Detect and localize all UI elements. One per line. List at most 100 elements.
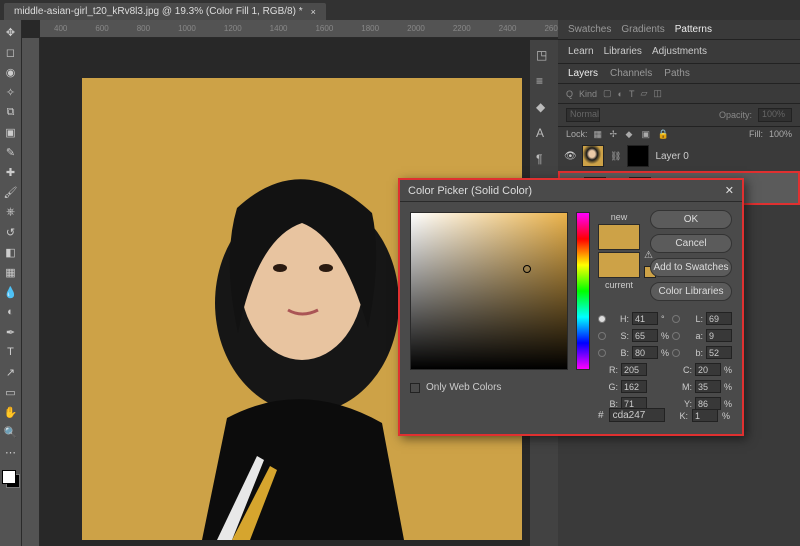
tab-adjustments[interactable]: Adjustments — [652, 46, 707, 57]
history-panel-icon[interactable]: ◳ — [536, 48, 552, 64]
color-libraries-button[interactable]: Color Libraries — [650, 282, 732, 301]
link-icon: ⛓ — [610, 151, 621, 162]
history-brush-icon[interactable]: ↺ — [3, 224, 19, 240]
tab-gradients[interactable]: Gradients — [621, 24, 664, 35]
b-radio[interactable] — [598, 349, 606, 357]
a-input[interactable] — [706, 329, 732, 342]
eyedropper-tool-icon[interactable]: ✎ — [3, 144, 19, 160]
hex-input[interactable] — [609, 408, 665, 422]
stamp-tool-icon[interactable]: ⎈ — [3, 204, 19, 220]
close-tab-icon[interactable]: × — [311, 7, 316, 17]
bb-radio[interactable] — [672, 349, 680, 357]
opacity-label: Opacity: — [719, 110, 752, 120]
blend-mode-select[interactable]: Normal — [566, 108, 600, 122]
color-field[interactable] — [410, 212, 568, 370]
color-picker-dialog: Color Picker (Solid Color) ✕ new current… — [398, 178, 744, 436]
hue-slider[interactable] — [576, 212, 590, 370]
type-tool-icon[interactable]: T — [3, 344, 19, 360]
bb-input[interactable] — [706, 346, 732, 359]
new-color-swatch — [598, 224, 640, 250]
pen-tool-icon[interactable]: ✒ — [3, 324, 19, 340]
move-tool-icon[interactable]: ✥ — [3, 24, 19, 40]
tab-patterns[interactable]: Patterns — [675, 24, 712, 35]
tab-channels[interactable]: Channels — [610, 68, 652, 79]
lock-label: Lock: — [566, 129, 588, 139]
heal-tool-icon[interactable]: ✚ — [3, 164, 19, 180]
crop-tool-icon[interactable]: ⧉ — [3, 104, 19, 120]
lock-pix-icon[interactable]: ◆ — [626, 129, 636, 139]
kind-text: Kind — [579, 89, 597, 99]
a-radio[interactable] — [672, 332, 680, 340]
k-input[interactable] — [692, 409, 718, 422]
filter-type-icon[interactable]: T — [629, 89, 635, 99]
current-label: current — [598, 280, 640, 290]
blur-tool-icon[interactable]: 💧 — [3, 284, 19, 300]
r-input[interactable] — [621, 363, 647, 376]
tab-paths[interactable]: Paths — [664, 68, 690, 79]
document-title: middle-asian-girl_t20_kRv8l3.jpg @ 19.3%… — [14, 6, 303, 17]
dodge-tool-icon[interactable]: ◐ — [3, 304, 19, 320]
gradient-tool-icon[interactable]: ▦ — [3, 264, 19, 280]
brush-tool-icon[interactable]: 🖌 — [3, 184, 19, 200]
web-colors-checkbox[interactable] — [410, 383, 420, 393]
wand-tool-icon[interactable]: ✧ — [3, 84, 19, 100]
lock-icon[interactable]: 🔒 — [658, 129, 668, 139]
tab-swatches[interactable]: Swatches — [568, 24, 611, 35]
info-panel-icon[interactable]: A — [536, 126, 552, 142]
lock-all-icon[interactable]: ▦ — [594, 129, 604, 139]
styles-panel-icon[interactable]: ◆ — [536, 100, 552, 116]
layer-mask[interactable] — [627, 145, 649, 167]
new-label: new — [598, 212, 640, 222]
kind-label: Q — [566, 89, 573, 99]
l-input[interactable] — [706, 312, 732, 325]
filter-pixel-icon[interactable]: ▢ — [603, 88, 612, 99]
hand-tool-icon[interactable]: ✋ — [3, 404, 19, 420]
shape-tool-icon[interactable]: ▭ — [3, 384, 19, 400]
zoom-tool-icon[interactable]: 🔍 — [3, 424, 19, 440]
ok-button[interactable]: OK — [650, 210, 732, 229]
marquee-tool-icon[interactable]: ◻ — [3, 44, 19, 60]
fill-input[interactable]: 100% — [769, 129, 792, 139]
color-cursor[interactable] — [523, 265, 531, 273]
layer-thumbnail[interactable] — [582, 145, 604, 167]
opacity-input[interactable]: 100% — [758, 108, 792, 122]
close-icon[interactable]: ✕ — [725, 184, 734, 197]
cancel-button[interactable]: Cancel — [650, 234, 732, 253]
document-tab[interactable]: middle-asian-girl_t20_kRv8l3.jpg @ 19.3%… — [4, 3, 326, 20]
hex-label: # — [598, 410, 604, 421]
filter-smart-icon[interactable]: ◫ — [653, 88, 662, 99]
path-tool-icon[interactable]: ↗ — [3, 364, 19, 380]
h-radio[interactable] — [598, 315, 606, 323]
eraser-tool-icon[interactable]: ◧ — [3, 244, 19, 260]
s-radio[interactable] — [598, 332, 606, 340]
filter-adj-icon[interactable]: ◐ — [618, 89, 623, 99]
web-colors-label: Only Web Colors — [426, 382, 501, 393]
actions-panel-icon[interactable]: ¶ — [536, 152, 552, 168]
l-radio[interactable] — [672, 315, 680, 323]
filter-shape-icon[interactable]: ▱ — [640, 88, 647, 99]
tab-layers[interactable]: Layers — [568, 68, 598, 79]
lock-art-icon[interactable]: ▣ — [642, 129, 652, 139]
fill-label: Fill: — [749, 129, 763, 139]
tab-libraries[interactable]: Libraries — [604, 46, 642, 57]
frame-tool-icon[interactable]: ▣ — [3, 124, 19, 140]
b-input[interactable] — [632, 346, 658, 359]
layer-row-0[interactable]: 👁 ⛓ Layer 0 — [558, 141, 800, 171]
color-swatch[interactable] — [2, 470, 20, 488]
add-swatches-button[interactable]: Add to Swatches — [650, 258, 732, 277]
lock-pos-icon[interactable]: ✢ — [610, 129, 620, 139]
layer-name[interactable]: Layer 0 — [655, 151, 688, 162]
dialog-title: Color Picker (Solid Color) — [408, 185, 532, 197]
m-input[interactable] — [695, 380, 721, 393]
lasso-tool-icon[interactable]: ◉ — [3, 64, 19, 80]
toolbar: ✥ ◻ ◉ ✧ ⧉ ▣ ✎ ✚ 🖌 ⎈ ↺ ◧ ▦ 💧 ◐ ✒ T ↗ ▭ ✋ … — [0, 20, 22, 546]
visibility-icon[interactable]: 👁 — [564, 151, 576, 162]
g-input[interactable] — [621, 380, 647, 393]
h-input[interactable] — [632, 312, 658, 325]
vertical-ruler — [22, 38, 40, 546]
c-input[interactable] — [695, 363, 721, 376]
brushes-panel-icon[interactable]: ≡ — [536, 74, 552, 90]
tab-learn[interactable]: Learn — [568, 46, 594, 57]
more-tool-icon[interactable]: ⋯ — [3, 444, 19, 460]
s-input[interactable] — [632, 329, 658, 342]
